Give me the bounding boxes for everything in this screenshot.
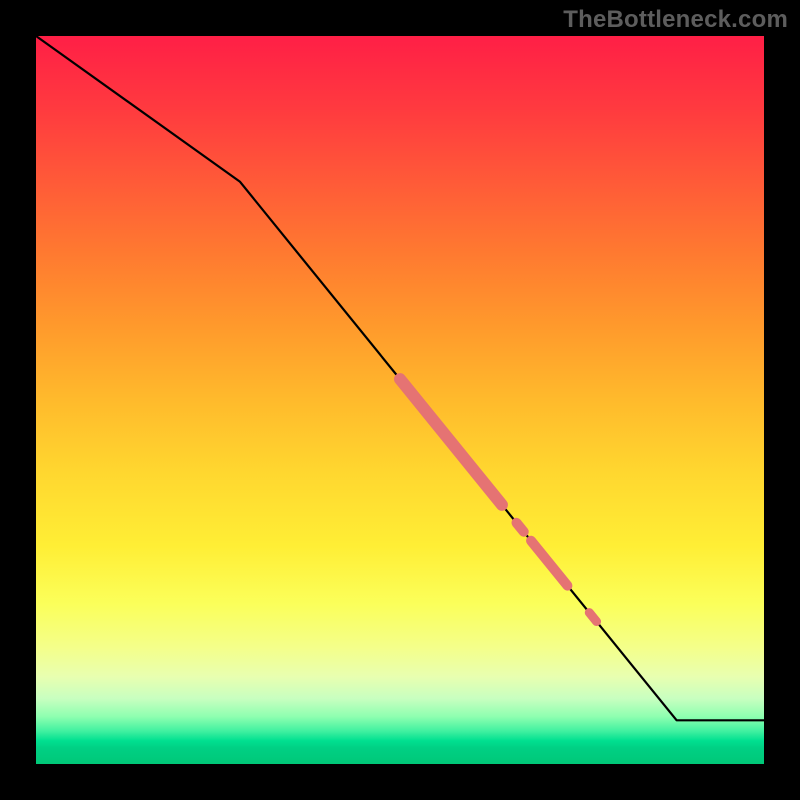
chart-svg (36, 36, 764, 764)
short-band (531, 541, 567, 586)
dot-mid (516, 523, 523, 532)
chart-stage: TheBottleneck.com (0, 0, 800, 800)
dot-lower (589, 613, 596, 622)
thick-band-upper (400, 379, 502, 505)
plot-area (36, 36, 764, 764)
watermark-text: TheBottleneck.com (563, 6, 788, 34)
highlight-group (400, 379, 597, 621)
